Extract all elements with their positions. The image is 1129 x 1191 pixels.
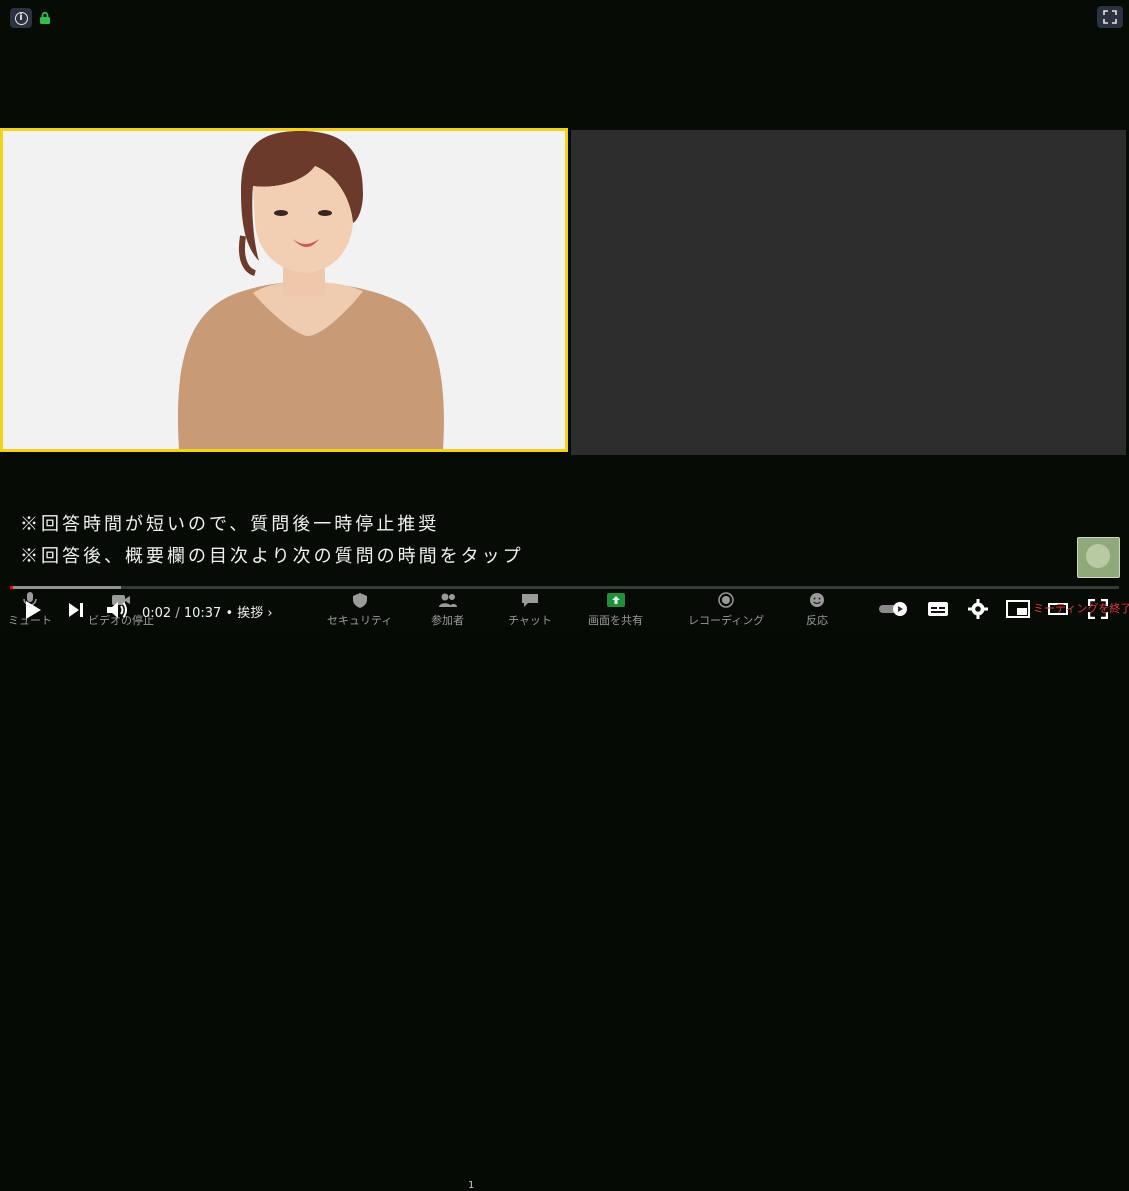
channel-logo-icon	[1086, 544, 1110, 568]
zoom-reaction-button[interactable]: 反応	[806, 590, 828, 628]
play-icon	[26, 601, 41, 619]
channel-watermark[interactable]	[1077, 537, 1120, 578]
progress-bar[interactable]	[10, 586, 1119, 589]
caption-line-1: ※回答時間が短いので、質問後一時停止推奨	[20, 514, 440, 535]
zoom-chat-button[interactable]: チャット	[508, 590, 552, 628]
info-icon: i	[14, 11, 28, 25]
empty-video-tile	[571, 130, 1126, 455]
autoplay-toggle[interactable]	[878, 597, 910, 621]
zoom-reaction-label: 反応	[806, 614, 828, 627]
zoom-share-button[interactable]: 画面を共有	[588, 590, 643, 628]
current-time: 0:02	[142, 606, 172, 621]
play-button[interactable]	[20, 597, 46, 623]
zoom-chat-label: チャット	[508, 614, 552, 627]
lock-icon	[40, 11, 50, 24]
participant-count-badge: 1	[468, 1180, 475, 1191]
settings-icon	[968, 599, 988, 619]
reaction-icon	[810, 593, 824, 607]
zoom-end-meeting-label[interactable]: ミーティングを終了	[1033, 600, 1129, 616]
shield-icon	[352, 593, 367, 608]
time-separator: /	[171, 606, 184, 621]
chapter-title[interactable]: • 挨拶	[225, 606, 263, 621]
video-player[interactable]: i ※回答時間が短いので、質問後一時停止推奨 ※回答後、概要欄の目次より次の質問…	[0, 0, 1129, 1191]
share-screen-icon	[606, 593, 625, 607]
miniplayer-icon	[1006, 600, 1030, 618]
fullscreen-exit-icon	[1103, 10, 1117, 24]
volume-button[interactable]	[103, 597, 131, 623]
chapter-chevron-icon[interactable]: ›	[267, 606, 272, 621]
time-display: 0:02 / 10:37 • 挨拶 ›	[142, 602, 273, 621]
next-button[interactable]	[64, 597, 88, 623]
participants-icon	[438, 593, 457, 607]
subtitles-icon	[928, 602, 948, 616]
progress-played	[10, 586, 14, 589]
autoplay-toggle-icon	[879, 602, 907, 616]
record-icon	[718, 592, 734, 608]
zoom-fullscreen-button[interactable]	[1097, 6, 1123, 28]
zoom-participants-button[interactable]: 参加者	[431, 590, 464, 628]
zoom-security-label: セキュリティ	[327, 614, 393, 627]
participant-image	[3, 131, 565, 449]
zoom-top-left-controls: i	[10, 8, 52, 28]
volume-icon	[107, 602, 127, 618]
zoom-participants-label: 参加者	[431, 614, 464, 627]
chat-icon	[521, 594, 538, 607]
duration: 10:37	[183, 606, 222, 621]
subtitles-button[interactable]	[925, 597, 951, 621]
progress-loaded	[10, 586, 121, 589]
zoom-share-label: 画面を共有	[588, 614, 643, 627]
zoom-record-label: レコーディング	[688, 614, 765, 627]
zoom-record-button[interactable]: レコーディング	[688, 590, 764, 628]
next-icon	[69, 603, 83, 617]
info-button[interactable]: i	[10, 8, 32, 28]
participant-video-tile	[0, 128, 568, 452]
settings-button[interactable]	[965, 597, 991, 621]
miniplayer-button[interactable]	[1005, 597, 1031, 621]
zoom-security-button[interactable]: セキュリティ	[327, 590, 392, 628]
caption-line-2: ※回答後、概要欄の目次より次の質問の時間をタップ	[20, 546, 524, 567]
